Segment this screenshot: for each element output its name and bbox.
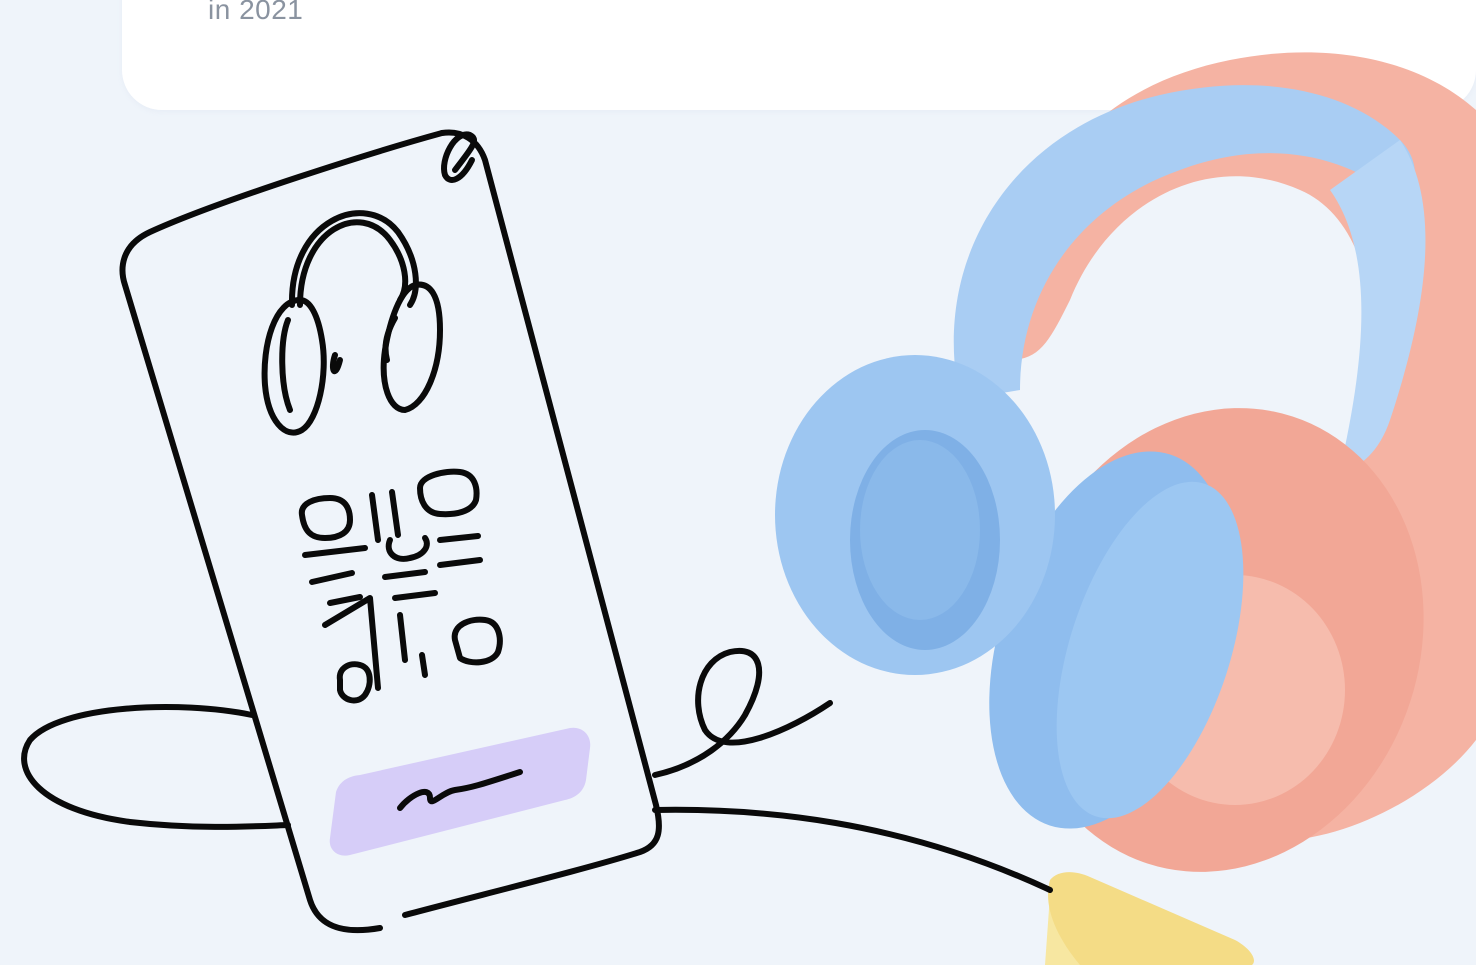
headphones-product-image: [775, 52, 1476, 965]
hero-illustration: [21, 52, 1476, 965]
audio-jack-icon: [1045, 872, 1255, 965]
qr-code-doodle-icon: [298, 468, 503, 704]
headphones-doodle-icon: [261, 210, 443, 436]
signature-button-icon: [329, 727, 591, 856]
